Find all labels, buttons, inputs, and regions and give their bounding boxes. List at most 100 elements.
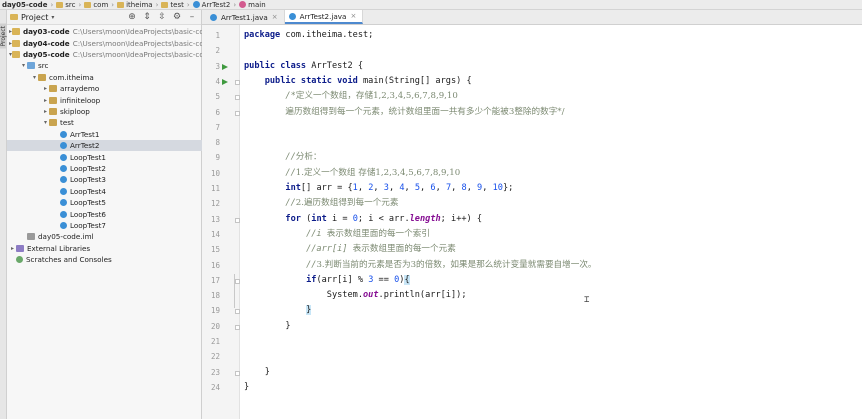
java-class-icon bbox=[288, 12, 296, 20]
tree-item-arrtest1[interactable]: ArrTest1 bbox=[7, 129, 202, 140]
expand-all-icon[interactable]: ⇕ bbox=[142, 12, 152, 22]
chevron-down-icon[interactable]: ▾ bbox=[42, 119, 49, 126]
tab-label: ArrTest2.java bbox=[299, 11, 347, 21]
code-token: // bbox=[244, 198, 296, 209]
java-class-icon bbox=[60, 142, 67, 150]
chevron-right-icon[interactable]: ▸ bbox=[42, 97, 49, 104]
tree-item-scratches-and-consoles[interactable]: Scratches and Consoles bbox=[7, 254, 202, 265]
tree-item-looptest6[interactable]: LoopTest6 bbox=[7, 208, 202, 219]
line-number: 11 bbox=[210, 184, 220, 193]
tab-arrtest1-java[interactable]: ArrTest1.java × bbox=[206, 10, 285, 24]
chevron-down-icon[interactable]: ▾ bbox=[51, 14, 54, 21]
line-number: 18 bbox=[210, 291, 220, 301]
tree-item-looptest1[interactable]: LoopTest1 bbox=[7, 151, 202, 162]
code-token: if bbox=[244, 274, 317, 285]
tree-item-day04-code[interactable]: ▸ day04-code C:\Users\moon\IdeaProjects\ba… bbox=[7, 37, 202, 48]
java-class-icon bbox=[60, 210, 67, 218]
tree-item-label: test bbox=[60, 118, 74, 128]
project-toolbar: ⊕ ⇕ ⇳ ⚙ – bbox=[127, 12, 201, 22]
chevron-down-icon[interactable]: ▾ bbox=[20, 62, 27, 69]
code-token: ArrTest2 { bbox=[306, 60, 364, 71]
line-number: 24 bbox=[210, 382, 220, 392]
breadcrumb-item[interactable]: com bbox=[93, 1, 108, 9]
project-panel-header: Project ▾ ⊕ ⇕ ⇳ ⚙ – bbox=[7, 10, 201, 25]
tree-item-label: LoopTest5 bbox=[70, 198, 106, 208]
code-line: } bbox=[244, 304, 312, 317]
line-number: 7 bbox=[215, 122, 220, 132]
tree-item-looptest5[interactable]: LoopTest5 bbox=[7, 197, 202, 208]
java-class-icon bbox=[60, 187, 67, 195]
editor-gutter: 1 2 3 4 5 6 7 8 9 10 11 12 13 14 15 16 17 18 19 20 21 22 23 24 bbox=[202, 25, 240, 419]
code-line: System.out.println(arr[i]); bbox=[244, 289, 467, 302]
tree-item-arraydemo[interactable]: ▸ arraydemo bbox=[7, 83, 202, 94]
code-token: //arr[i] bbox=[244, 244, 353, 255]
code-editor[interactable]: ⌶ package com.itheima.test; public class … bbox=[234, 25, 862, 419]
code-line: //arr[i] 表示数组里面的每一个元素 bbox=[244, 243, 456, 256]
project-view-selector[interactable]: Project bbox=[21, 13, 48, 22]
project-tool-button[interactable]: Project bbox=[0, 24, 7, 49]
java-class-icon bbox=[60, 153, 67, 161]
collapse-all-icon[interactable]: ⇳ bbox=[157, 12, 167, 22]
tree-item-day03-code[interactable]: ▸ day03-code C:\Users\moon\IdeaProjects\ba… bbox=[7, 26, 202, 37]
tree-item-label: LoopTest3 bbox=[70, 175, 106, 185]
code-token: } bbox=[244, 320, 291, 331]
tree-item-day05-code-iml[interactable]: day05-code.iml bbox=[7, 231, 202, 242]
run-icon[interactable] bbox=[222, 63, 228, 70]
java-class-icon bbox=[210, 13, 217, 21]
scratch-icon bbox=[16, 256, 23, 264]
breadcrumb-item[interactable]: itheima bbox=[126, 1, 153, 9]
chevron-right-icon[interactable]: ▸ bbox=[42, 108, 49, 115]
code-token: /* bbox=[244, 91, 296, 102]
run-icon[interactable] bbox=[222, 78, 228, 85]
chevron-right-icon[interactable]: ▸ bbox=[9, 245, 16, 252]
code-token: public static void bbox=[244, 75, 358, 86]
locate-file-icon[interactable]: ⊕ bbox=[127, 12, 137, 22]
tree-item-label: External Libraries bbox=[27, 243, 91, 253]
code-token: } bbox=[244, 381, 250, 392]
close-icon[interactable]: × bbox=[350, 12, 356, 20]
chevron-right-icon[interactable]: ▸ bbox=[42, 85, 49, 92]
hide-panel-icon[interactable]: – bbox=[187, 12, 197, 22]
code-token: , bbox=[388, 183, 400, 193]
tree-item-label: LoopTest4 bbox=[70, 186, 106, 196]
tree-item-looptest3[interactable]: LoopTest3 bbox=[7, 174, 202, 185]
tree-item-arrtest2[interactable]: ArrTest2 bbox=[7, 140, 202, 152]
tree-item-label: LoopTest6 bbox=[70, 209, 106, 219]
breadcrumb-item[interactable]: test bbox=[170, 1, 183, 9]
line-number: 2 bbox=[215, 46, 220, 56]
tree-item-skiploop[interactable]: ▸ skiploop bbox=[7, 106, 202, 117]
tree-item-looptest2[interactable]: LoopTest2 bbox=[7, 163, 202, 174]
tree-item-com-itheima[interactable]: ▾ com.itheima bbox=[7, 72, 202, 83]
breadcrumb-item[interactable]: src bbox=[65, 1, 75, 9]
code-token: int bbox=[244, 183, 301, 193]
folder-icon bbox=[117, 1, 125, 8]
code-token: 3.判断当前的元素是否为3的倍数，如果是那么统计变量就需要自增一次。 bbox=[316, 259, 597, 270]
tree-item-src[interactable]: ▾ src bbox=[7, 60, 202, 71]
tree-item-infiniteloop[interactable]: ▸ infiniteloop bbox=[7, 94, 202, 105]
chevron-down-icon[interactable]: ▾ bbox=[31, 74, 38, 81]
code-token: com.itheima.test; bbox=[280, 30, 374, 40]
tab-arrtest2-java[interactable]: ArrTest2.java × bbox=[284, 10, 364, 24]
tree-item-test[interactable]: ▾ test bbox=[7, 117, 202, 128]
breadcrumb-separator: › bbox=[186, 0, 190, 9]
folder-icon bbox=[56, 1, 64, 8]
module-folder-icon bbox=[12, 39, 21, 47]
breadcrumb-item[interactable]: main bbox=[248, 1, 266, 9]
tree-item-looptest7[interactable]: LoopTest7 bbox=[7, 220, 202, 231]
line-number: 9 bbox=[215, 153, 220, 163]
tree-item-external-libraries[interactable]: ▸ External Libraries bbox=[7, 243, 202, 254]
gear-icon[interactable]: ⚙ bbox=[172, 12, 182, 22]
code-line: for (int i = 0; i < arr.length; i++) { bbox=[244, 213, 482, 226]
module-folder-icon bbox=[12, 50, 21, 58]
close-icon[interactable]: × bbox=[272, 13, 278, 21]
tree-item-day05-code[interactable]: ▾ day05-code C:\Users\moon\IdeaProjects\ba… bbox=[7, 49, 202, 60]
indent-guide bbox=[234, 273, 235, 309]
line-number: 15 bbox=[210, 245, 220, 255]
code-token: //i bbox=[244, 228, 327, 239]
breadcrumb-item[interactable]: day05-code bbox=[2, 1, 47, 9]
tree-item-label: day03-code bbox=[23, 27, 70, 37]
code-token: .println(arr[i]); bbox=[378, 290, 467, 301]
breadcrumb-item[interactable]: ArrTest2 bbox=[202, 1, 231, 9]
tree-item-looptest4[interactable]: LoopTest4 bbox=[7, 186, 202, 197]
code-line: package com.itheima.test; bbox=[244, 29, 373, 42]
